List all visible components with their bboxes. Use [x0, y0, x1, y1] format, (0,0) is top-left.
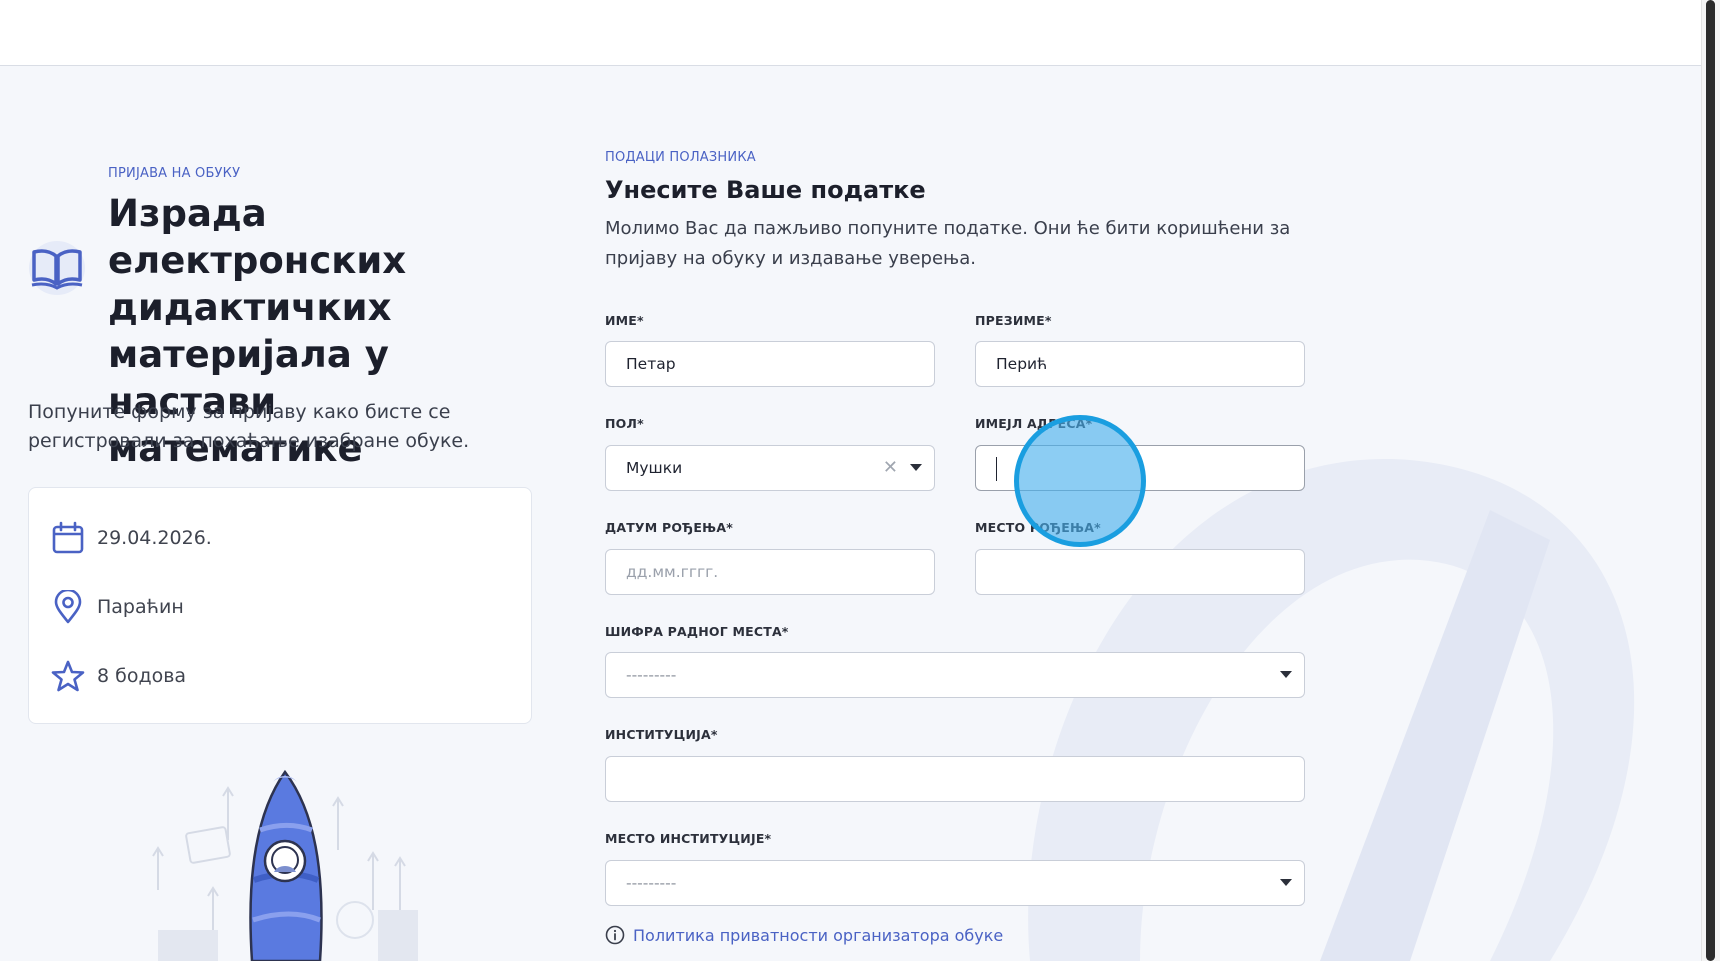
gender-select[interactable]: Мушки ✕ — [605, 445, 935, 491]
institution-input[interactable] — [626, 770, 1284, 788]
top-bar — [0, 0, 1701, 66]
birth-date-label: ДАТУМ РОЂЕЊА* — [605, 520, 734, 535]
first-name-input[interactable] — [626, 355, 914, 373]
course-intro-text: Попуните форму за пријаву како бисте се … — [28, 401, 470, 452]
gender-label: ПОЛ* — [605, 416, 644, 431]
institution-label: ИНСТИТУЦИЈА* — [605, 727, 718, 742]
gender-selected-value: Мушки — [626, 459, 683, 477]
info-row-points: 8 бодова — [51, 658, 186, 694]
calendar-icon — [52, 521, 84, 554]
chevron-down-icon[interactable] — [910, 464, 922, 471]
text-cursor — [996, 457, 997, 481]
clear-selection-icon[interactable]: ✕ — [883, 457, 898, 478]
job-code-selected-value: --------- — [626, 666, 677, 684]
course-location: Параћин — [97, 596, 184, 618]
course-points: 8 бодова — [97, 665, 187, 687]
star-icon — [51, 660, 85, 692]
institution-field[interactable] — [605, 756, 1305, 802]
job-code-label: ШИФРА РАДНОГ МЕСТА* — [605, 624, 789, 639]
birth-place-label: МЕСТО РОЂЕЊА* — [975, 520, 1101, 535]
birth-date-field[interactable] — [605, 549, 935, 595]
info-icon — [605, 925, 625, 945]
course-date: 29.04.2026. — [97, 527, 212, 549]
location-pin-icon — [54, 590, 82, 624]
birth-place-field[interactable] — [975, 549, 1305, 595]
open-book-icon — [29, 241, 85, 295]
course-eyebrow: ПРИЈАВА НА ОБУКУ — [108, 166, 241, 181]
form-description: Молимо Вас да пажљиво попуните податке. … — [605, 218, 1291, 269]
chevron-down-icon[interactable] — [1280, 879, 1292, 886]
institution-place-select[interactable]: --------- — [605, 860, 1305, 906]
last-name-field[interactable] — [975, 341, 1305, 387]
job-code-select[interactable]: --------- — [605, 652, 1305, 698]
chevron-down-icon[interactable] — [1280, 671, 1292, 678]
first-name-label: ИМЕ* — [605, 313, 644, 328]
email-input[interactable] — [996, 459, 1284, 477]
institution-place-label: МЕСТО ИНСТИТУЦИЈЕ* — [605, 831, 772, 846]
page-scrollbar[interactable] — [1701, 0, 1720, 961]
scrollbar-thumb[interactable] — [1706, 0, 1715, 961]
email-label: ИМЕЈЛ АДРЕСА* — [975, 416, 1093, 431]
privacy-policy-link[interactable]: Политика приватности организатора обуке — [633, 926, 1003, 945]
course-info-card: 29.04.2026. Параћин 8 бодова — [28, 487, 532, 724]
email-field[interactable] — [975, 445, 1305, 491]
last-name-input[interactable] — [996, 355, 1284, 373]
first-name-field[interactable] — [605, 341, 935, 387]
form-eyebrow: ПОДАЦИ ПОЛАЗНИКА — [605, 150, 756, 165]
info-row-date: 29.04.2026. — [51, 520, 212, 556]
last-name-label: ПРЕЗИМЕ* — [975, 313, 1052, 328]
info-row-location: Параћин — [51, 589, 184, 625]
rocket-illustration — [152, 769, 418, 961]
institution-place-selected-value: --------- — [626, 874, 677, 892]
birth-place-input[interactable] — [996, 563, 1284, 581]
birth-date-input[interactable] — [626, 563, 914, 581]
form-title: Унесите Ваше податке — [605, 176, 926, 204]
privacy-policy-row: Политика приватности организатора обуке — [605, 925, 1003, 945]
